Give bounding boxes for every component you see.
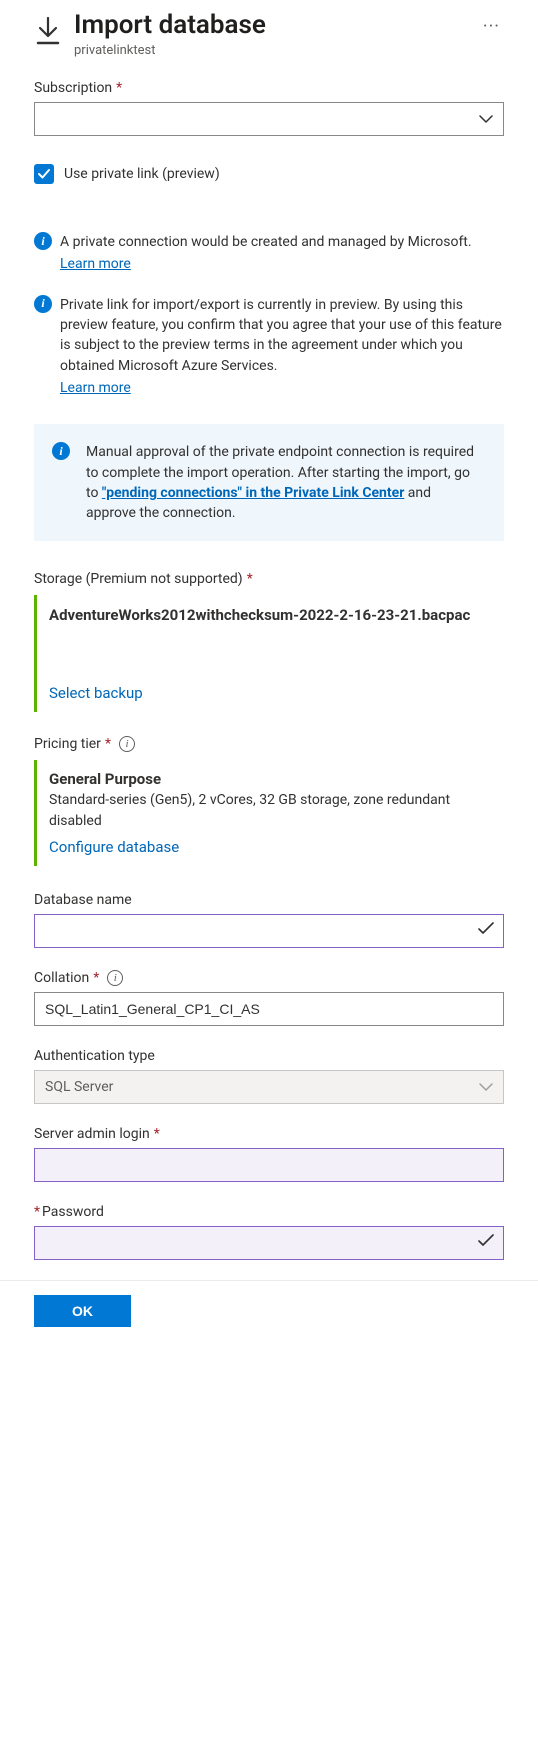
subscription-label: Subscription* [34,80,504,96]
subscription-select[interactable] [34,102,504,136]
info-tooltip-icon[interactable]: i [119,736,135,752]
ok-button[interactable]: OK [34,1295,131,1327]
pending-connections-link[interactable]: "pending connections" in the Private Lin… [102,485,404,501]
server-admin-login-label: Server admin login* [34,1126,504,1142]
storage-label: Storage (Premium not supported)* [34,571,504,587]
pricing-desc: Standard-series (Gen5), 2 vCores, 32 GB … [49,790,492,832]
use-private-link-checkbox[interactable] [34,164,54,184]
collation-label: Collation* i [34,970,504,986]
learn-more-link[interactable]: Learn more [60,380,131,396]
info-private-connection-text: A private connection would be created an… [60,234,472,250]
server-admin-login-input[interactable] [34,1148,504,1182]
database-name-label: Database name [34,892,504,908]
manual-approval-callout: i Manual approval of the private endpoin… [34,424,504,541]
info-icon: i [34,232,52,250]
more-actions-button[interactable]: ··· [479,18,504,36]
import-icon [34,16,62,50]
pricing-tier-label: Pricing tier* i [34,736,504,752]
checkmark-icon [478,1234,494,1252]
password-input[interactable] [34,1226,504,1260]
collation-input[interactable] [34,992,504,1026]
learn-more-link[interactable]: Learn more [60,256,131,272]
chevron-down-icon [479,114,493,124]
use-private-link-label: Use private link (preview) [64,166,220,182]
info-preview-text: Private link for import/export is curren… [60,297,502,374]
password-label: *Password [34,1204,504,1220]
pricing-tier-selection: General Purpose Standard-series (Gen5), … [34,760,504,866]
storage-filename: AdventureWorks2012withchecksum-2022-2-16… [49,605,492,626]
page-header: Import database privatelinktest ··· [34,0,504,58]
checkmark-icon [478,922,494,940]
auth-type-label: Authentication type [34,1048,504,1064]
info-icon: i [52,442,70,460]
auth-type-select[interactable]: SQL Server [34,1070,504,1104]
chevron-down-icon [479,1082,493,1092]
pricing-title: General Purpose [49,770,492,788]
database-name-input[interactable] [34,914,504,948]
page-title: Import database [74,10,479,41]
select-backup-link[interactable]: Select backup [49,684,492,702]
page-subtitle: privatelinktest [74,43,479,58]
info-icon: i [34,295,52,313]
info-tooltip-icon[interactable]: i [107,970,123,986]
configure-database-link[interactable]: Configure database [49,838,492,856]
storage-selection: AdventureWorks2012withchecksum-2022-2-16… [34,595,504,712]
